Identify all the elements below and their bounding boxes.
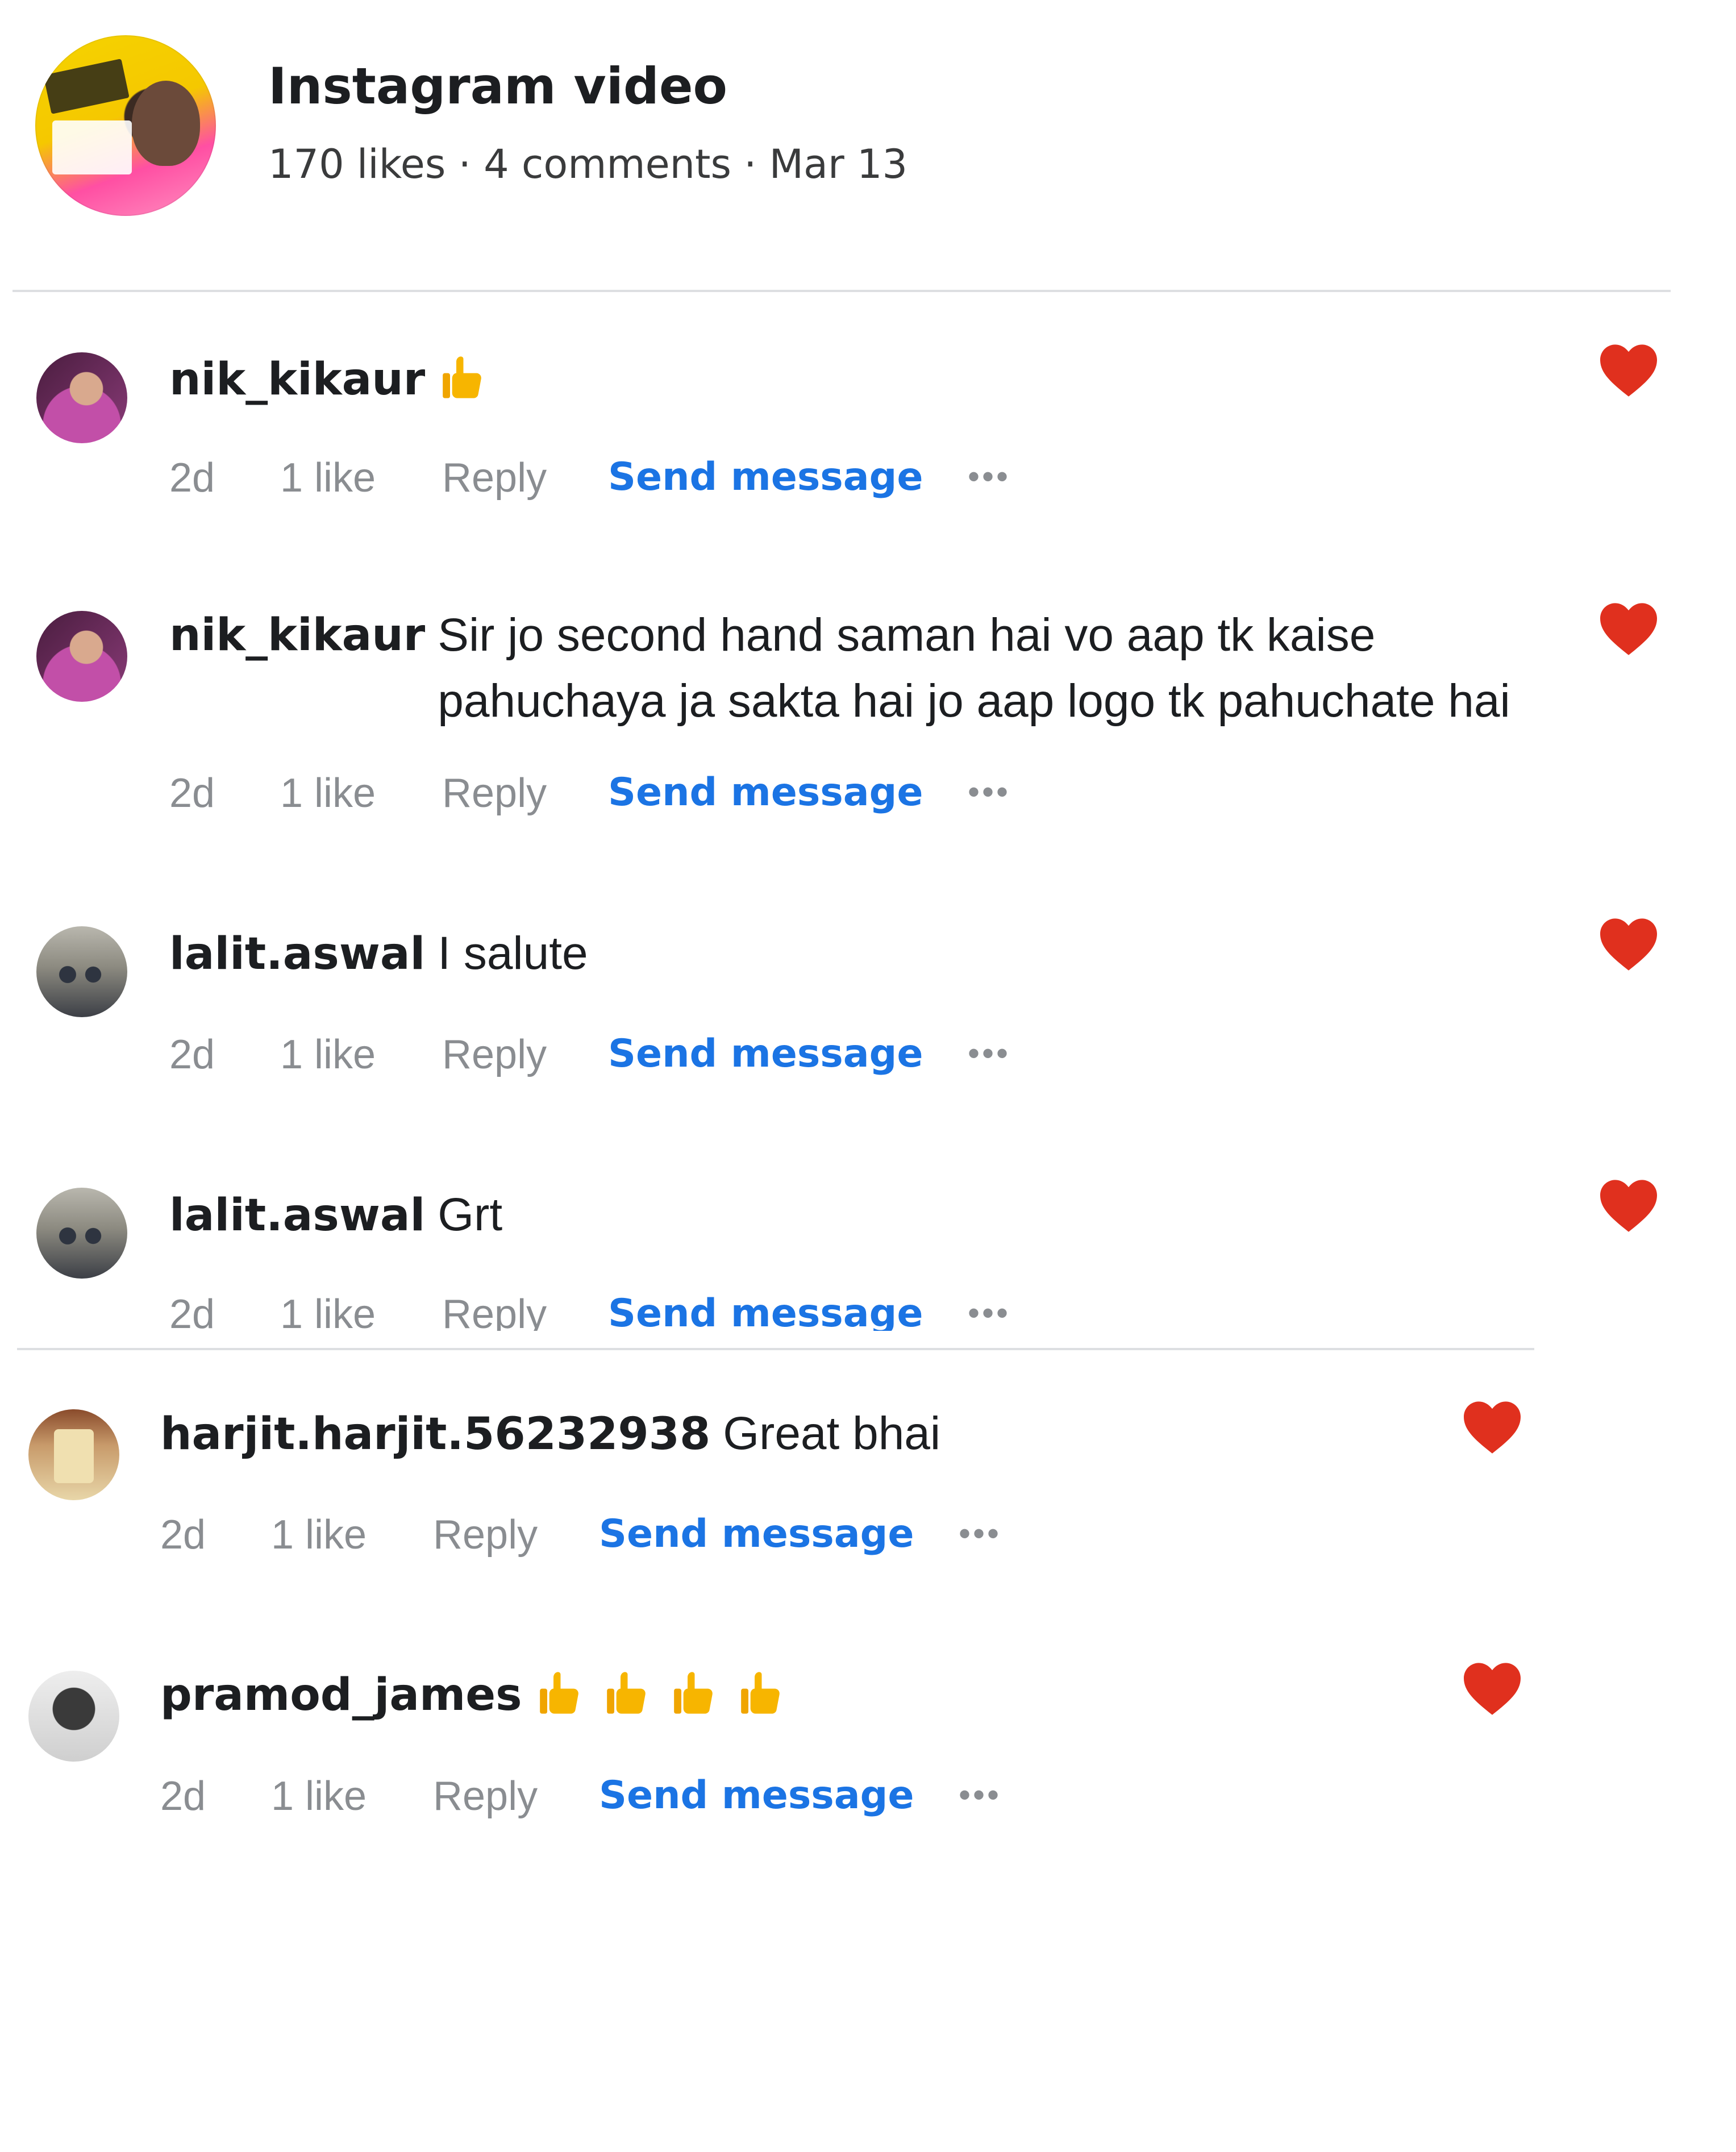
comment-likes[interactable]: 1 like xyxy=(280,1031,376,1078)
commenter-avatar[interactable] xyxy=(36,611,127,702)
thumbnail-card xyxy=(52,120,132,174)
thumbs-up-icon xyxy=(438,352,488,402)
comment-text: Sir jo second hand saman hai vo aap tk k… xyxy=(438,609,1510,727)
send-message-link[interactable]: Send message xyxy=(599,1773,914,1818)
comment-body: pramod_james xyxy=(160,1662,803,1728)
send-message-link[interactable]: Send message xyxy=(608,1291,923,1336)
comment-time: 2d xyxy=(160,1512,206,1558)
commenter-avatar[interactable] xyxy=(36,1188,127,1279)
comment-username[interactable]: nik_kikaur xyxy=(169,354,425,405)
comment-time: 2d xyxy=(169,771,215,816)
send-message-link[interactable]: Send message xyxy=(608,455,923,500)
thumbnail-banner xyxy=(43,59,130,114)
heart-icon[interactable] xyxy=(1460,1659,1524,1716)
comment-likes[interactable]: 1 like xyxy=(271,1773,367,1820)
comment-username[interactable]: lalit.aswal xyxy=(169,929,425,980)
post-thumbnail[interactable] xyxy=(35,35,216,216)
comment-username[interactable]: lalit.aswal xyxy=(169,1190,425,1241)
heart-icon[interactable] xyxy=(1597,600,1660,656)
reply-button[interactable]: Reply xyxy=(442,1031,547,1078)
stitch-mask xyxy=(0,1331,1736,1348)
commenter-avatar[interactable] xyxy=(36,352,127,443)
send-message-link[interactable]: Send message xyxy=(608,1031,923,1076)
comment-time: 2d xyxy=(160,1774,206,1819)
reply-button[interactable]: Reply xyxy=(442,770,547,817)
commenter-avatar[interactable] xyxy=(36,926,127,1017)
comment-username[interactable]: pramod_james xyxy=(160,1670,522,1721)
more-dots-icon[interactable]: ••• xyxy=(968,1034,1010,1073)
comment-text: I salute xyxy=(438,927,588,979)
send-message-link[interactable]: Send message xyxy=(599,1512,914,1556)
comment-time: 2d xyxy=(169,455,215,501)
comment-likes[interactable]: 1 like xyxy=(280,455,376,501)
comment-likes[interactable]: 1 like xyxy=(280,770,376,817)
commenter-avatar[interactable] xyxy=(28,1671,119,1762)
comment-body: harjit.harjit.56232938 Great bhai xyxy=(160,1401,940,1467)
thumbs-up-icon xyxy=(602,1668,652,1718)
comment-text: Great bhai xyxy=(723,1408,941,1459)
post-title[interactable]: Instagram video xyxy=(268,57,727,115)
more-dots-icon[interactable]: ••• xyxy=(959,1775,1001,1814)
comment-username[interactable]: harjit.harjit.56232938 xyxy=(160,1409,710,1460)
comment-likes[interactable]: 1 like xyxy=(271,1512,367,1558)
thumbs-up-icon xyxy=(736,1668,786,1718)
comment-text: Grt xyxy=(438,1189,503,1241)
comment-body: nik_kikaur Sir jo second hand saman hai v… xyxy=(169,602,1574,734)
post-meta: 170 likes · 4 comments · Mar 13 xyxy=(268,141,908,188)
heart-icon[interactable] xyxy=(1597,341,1660,398)
header-divider xyxy=(13,290,1671,292)
comment-body: lalit.aswal Grt xyxy=(169,1182,502,1248)
thumbnail-person xyxy=(132,81,200,166)
thumbs-up-icon xyxy=(535,1668,585,1718)
comment-time: 2d xyxy=(169,1032,215,1077)
comment-body: nik_kikaur xyxy=(169,347,505,413)
more-dots-icon[interactable]: ••• xyxy=(968,772,1010,811)
comment-username[interactable]: nik_kikaur xyxy=(169,610,425,661)
more-dots-icon[interactable]: ••• xyxy=(968,457,1010,496)
reply-button[interactable]: Reply xyxy=(433,1512,538,1558)
commenter-avatar[interactable] xyxy=(28,1409,119,1500)
send-message-link[interactable]: Send message xyxy=(608,770,923,815)
heart-icon[interactable] xyxy=(1460,1398,1524,1455)
reply-button[interactable]: Reply xyxy=(442,455,547,501)
comment-body: lalit.aswal I salute xyxy=(169,921,588,987)
heart-icon[interactable] xyxy=(1597,915,1660,972)
stitch-divider xyxy=(17,1348,1534,1350)
more-dots-icon[interactable]: ••• xyxy=(959,1514,1001,1553)
thumbs-up-icon xyxy=(669,1668,719,1718)
more-dots-icon[interactable]: ••• xyxy=(968,1293,1010,1333)
reply-button[interactable]: Reply xyxy=(433,1773,538,1820)
heart-icon[interactable] xyxy=(1597,1176,1660,1233)
